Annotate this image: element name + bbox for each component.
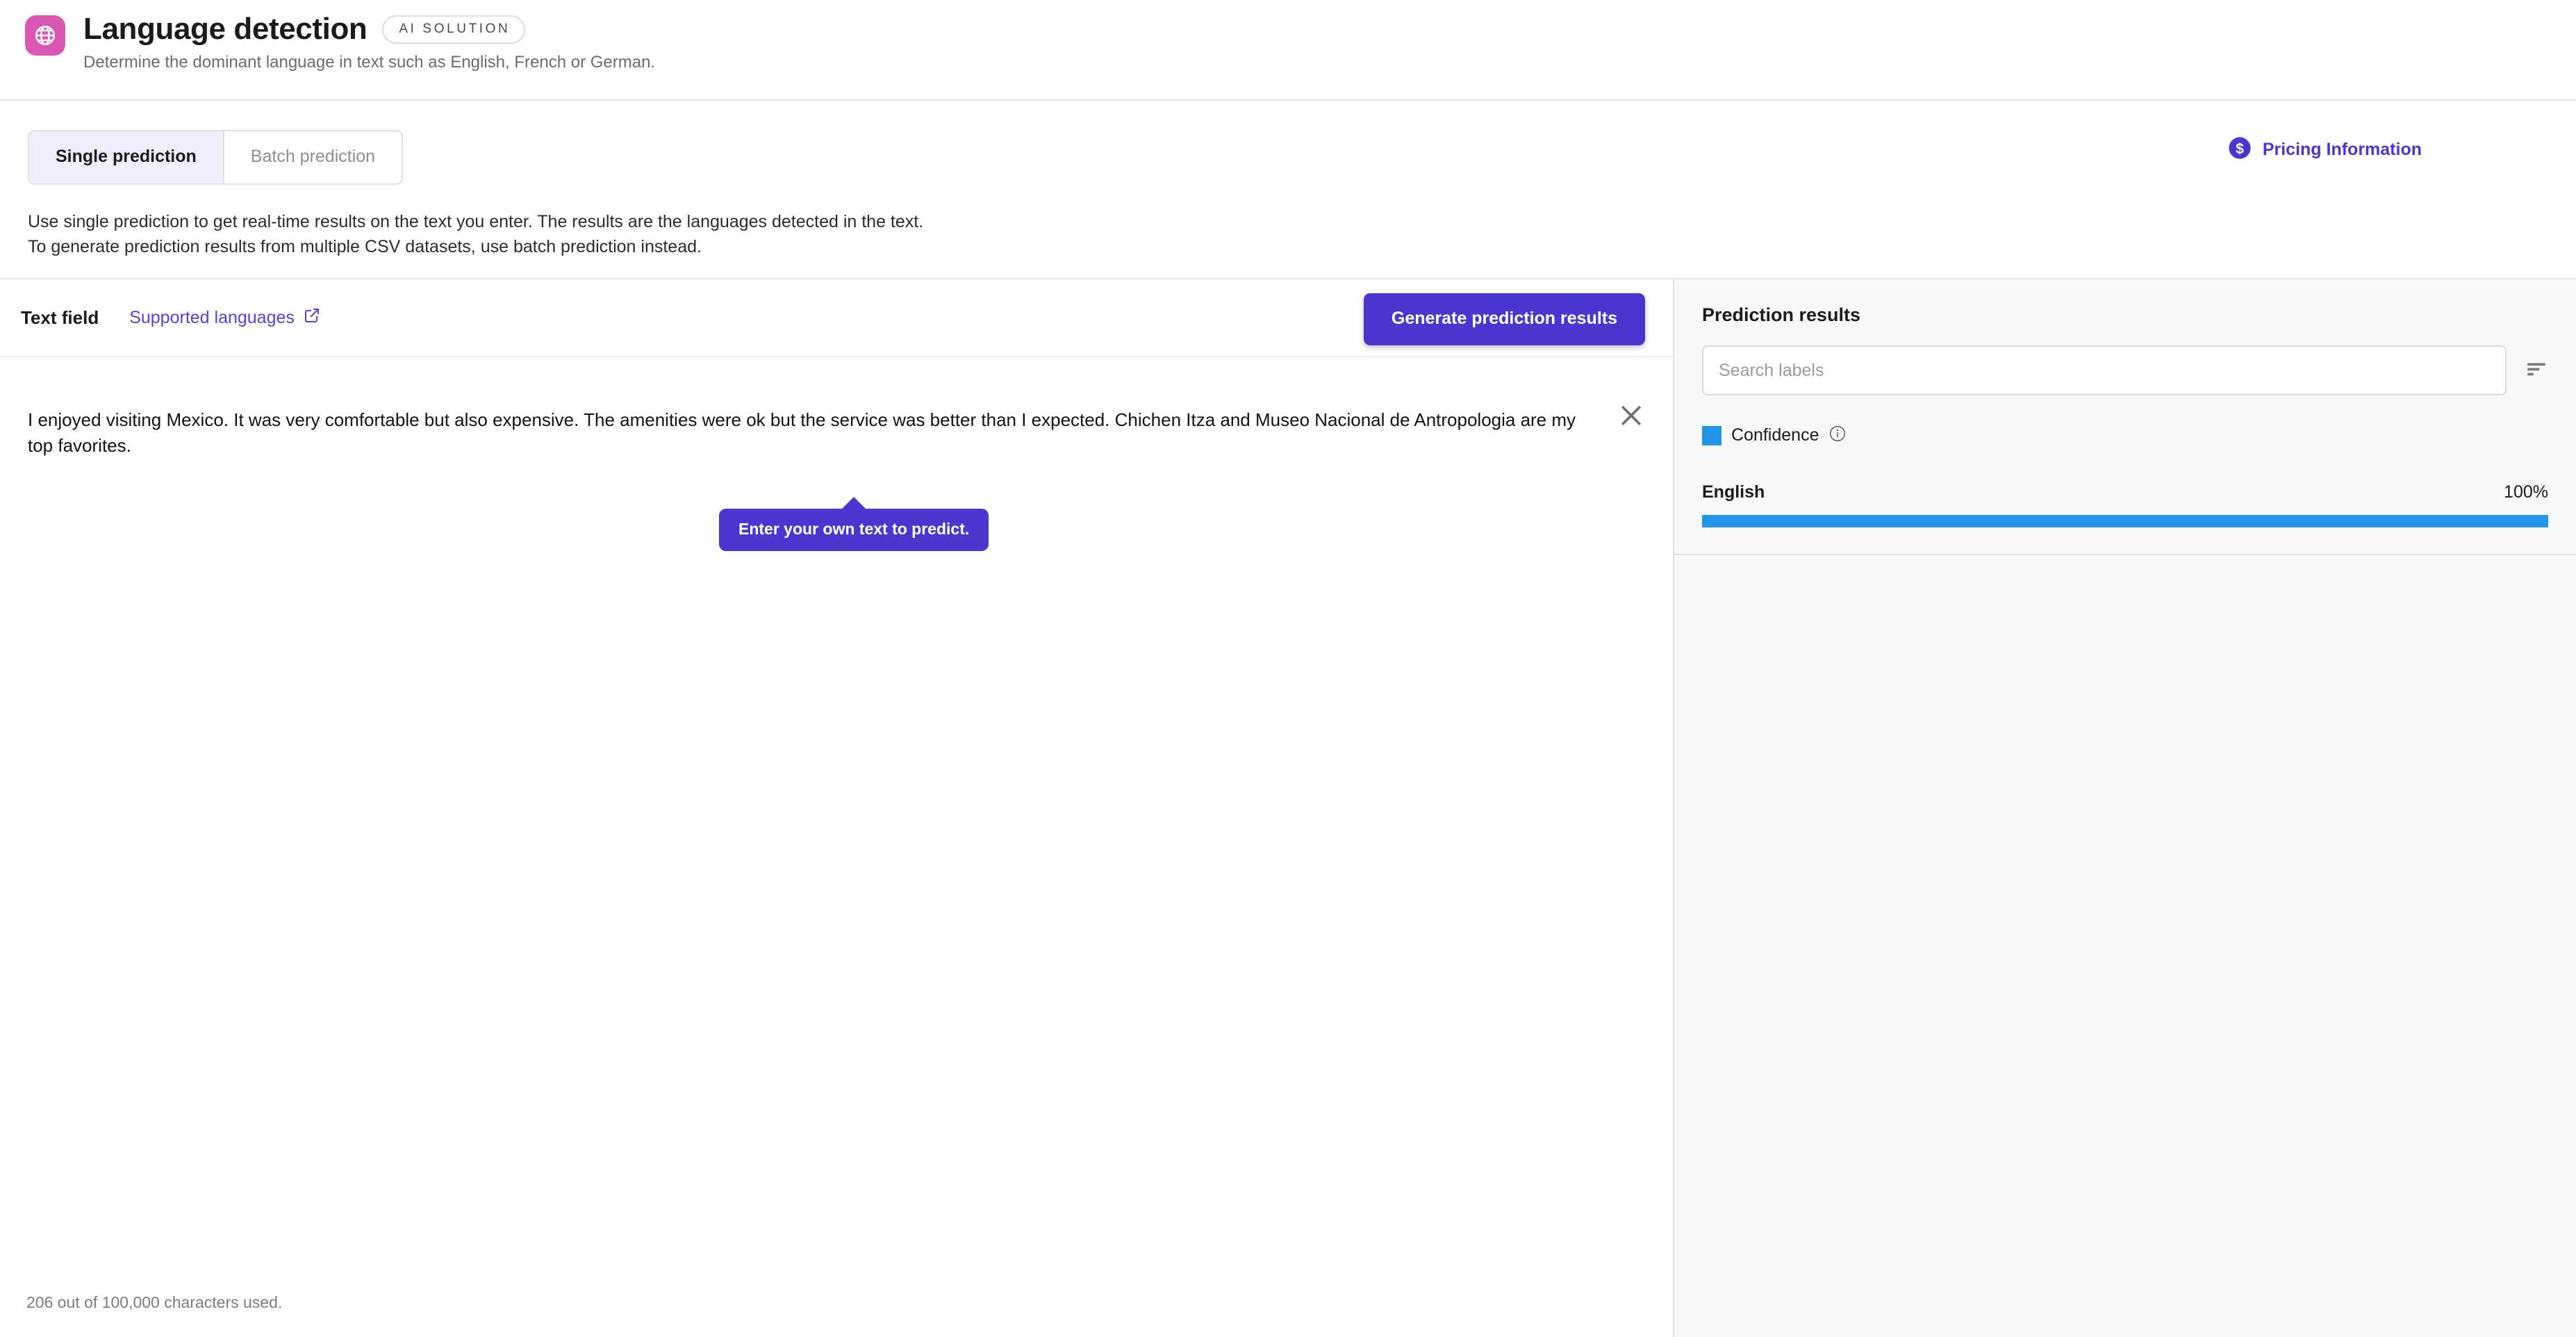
intro-line-1: Use single prediction to get real-time r… (28, 212, 924, 231)
result-row: English 100% (1674, 482, 2576, 555)
app-header: Language detection AI SOLUTION Determine… (0, 0, 2576, 101)
sort-icon[interactable] (2525, 357, 2548, 384)
supported-languages-label: Supported languages (129, 307, 295, 327)
status-badge: AI SOLUTION (382, 15, 526, 44)
text-field-toolbar: Text field Supported languages Generate … (0, 279, 1673, 356)
pricing-information-link[interactable]: $ Pricing Information (2228, 136, 2422, 163)
pricing-information-label: Pricing Information (2262, 140, 2422, 159)
result-value: 100% (2504, 482, 2548, 502)
page-title: Language detection (83, 12, 368, 46)
text-input-area[interactable]: I enjoyed visiting Mexico. It was very c… (0, 356, 1673, 1337)
prediction-mode-tabs: Single prediction Batch prediction (28, 130, 404, 185)
enter-text-tooltip: Enter your own text to predict. (719, 497, 989, 551)
prediction-results-title: Prediction results (1702, 304, 1861, 325)
entered-text[interactable]: I enjoyed visiting Mexico. It was very c… (28, 407, 1605, 459)
title-line: Language detection AI SOLUTION (83, 12, 655, 46)
close-icon[interactable] (1616, 400, 1646, 431)
info-icon[interactable] (1828, 425, 1847, 446)
header-text: Language detection AI SOLUTION Determine… (83, 12, 656, 72)
body-split: Text field Supported languages Generate … (0, 278, 2576, 1337)
intro-line-2: To generate prediction results from mult… (28, 236, 702, 256)
intro-text: Use single prediction to get real-time r… (28, 210, 2576, 259)
text-field-label: Text field (21, 306, 99, 328)
tabs-zone: Single prediction Batch prediction Use s… (0, 101, 2576, 259)
prediction-results-pane: Prediction results Confidence (1673, 279, 2576, 1337)
text-input-pane: Text field Supported languages Generate … (0, 279, 1673, 1337)
search-labels-input[interactable] (1702, 345, 2507, 395)
confidence-bar-track (1702, 515, 2548, 527)
page-subtitle: Determine the dominant language in text … (83, 53, 656, 72)
svg-text:$: $ (2236, 140, 2244, 157)
header-row: Language detection AI SOLUTION Determine… (25, 12, 2576, 72)
legend-label: Confidence (1731, 425, 1819, 445)
legend-color-swatch (1702, 425, 1722, 445)
external-link-icon (304, 307, 320, 329)
confidence-bar-fill (1702, 515, 2548, 527)
confidence-legend: Confidence (1702, 425, 2548, 446)
supported-languages-link[interactable]: Supported languages (129, 307, 320, 329)
result-header: English 100% (1702, 482, 2548, 502)
result-label: English (1702, 482, 1765, 502)
dollar-circle-icon: $ (2228, 136, 2252, 163)
tab-single-prediction[interactable]: Single prediction (29, 131, 224, 183)
generate-prediction-results-button[interactable]: Generate prediction results (1363, 293, 1645, 345)
search-row (1702, 345, 2548, 395)
globe-icon (25, 15, 65, 56)
tab-batch-prediction[interactable]: Batch prediction (224, 131, 402, 183)
character-counter: 206 out of 100,000 characters used. (26, 1293, 283, 1311)
